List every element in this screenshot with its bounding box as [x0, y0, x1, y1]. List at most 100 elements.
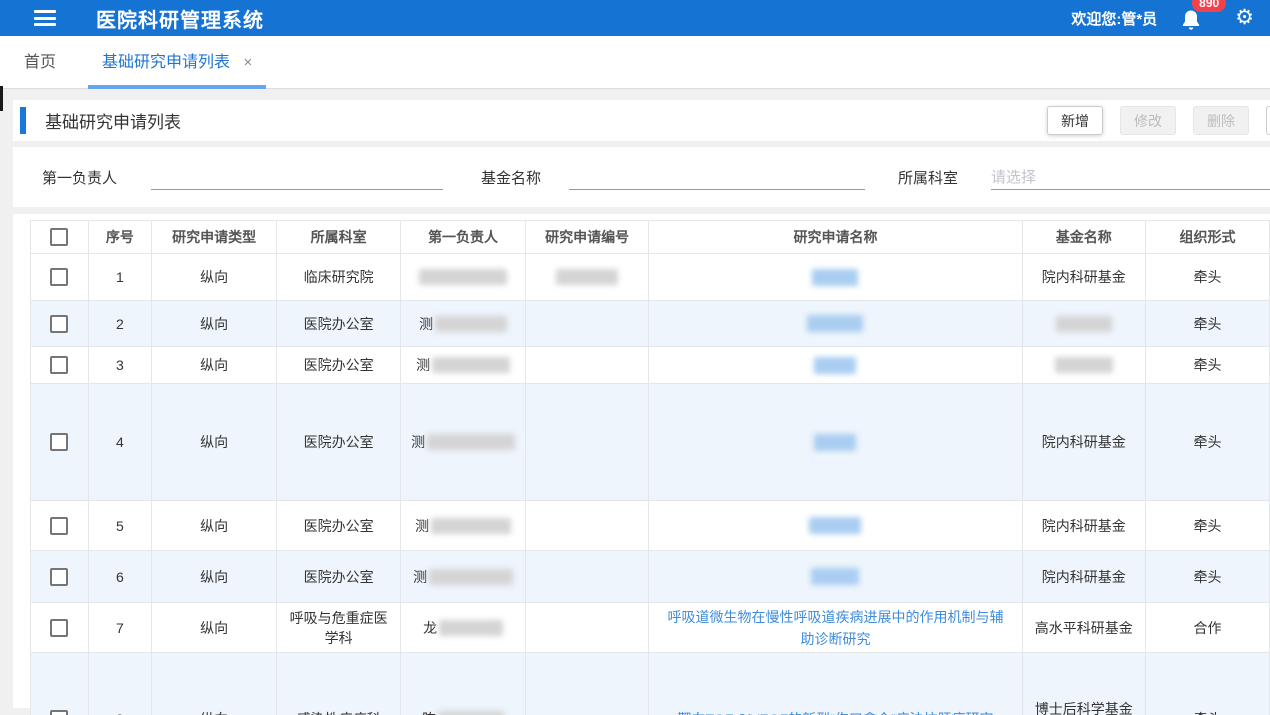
row-checkbox[interactable]	[50, 619, 68, 637]
redacted-text	[556, 269, 618, 285]
redacted-person: 陈	[401, 709, 525, 715]
edit-button[interactable]: 修改	[1120, 106, 1176, 135]
checkbox-cell	[31, 347, 89, 384]
toolbar: 新增 修改 删除	[1047, 100, 1270, 141]
filter-label-first-person: 第一负责人	[42, 167, 117, 188]
application-code-cell	[525, 384, 648, 501]
application-code-cell	[525, 301, 648, 347]
partial-clipped-button[interactable]	[1266, 106, 1270, 135]
table-card: 序号 研究申请类型 所属科室 第一负责人 研究申请编号 研究申请名称 基金名称 …	[13, 214, 1270, 708]
table-row: 4纵向医院办公室测院内科研基金牵头	[31, 384, 1270, 501]
org-form-cell: 牵头	[1145, 301, 1269, 347]
redacted-text	[427, 434, 515, 450]
redacted-text	[438, 711, 504, 715]
department-cell: 医院办公室	[277, 347, 401, 384]
checkbox-cell	[31, 384, 89, 501]
org-form-cell: 牵头	[1145, 347, 1269, 384]
first-person-cell: 测	[401, 384, 526, 501]
fund-name: 院内科研基金	[1023, 567, 1145, 587]
department-cell: 感染性疾病科	[277, 653, 401, 715]
fund-name: 院内科研基金	[1023, 516, 1145, 536]
select-all-cell	[31, 221, 89, 254]
application-name-cell: 靶向TGF-β/VEGF的新型“伤口愈合”疗法抗肝癌研究	[649, 653, 1022, 715]
first-person-cell: 测	[401, 551, 526, 603]
department-cell: 呼吸与危重症医学科	[277, 603, 401, 653]
row-checkbox[interactable]	[50, 268, 68, 286]
application-name-cell	[649, 254, 1022, 301]
left-edge-artifact	[0, 86, 3, 111]
table-row: 1纵向临床研究院院内科研基金牵头	[31, 254, 1270, 301]
application-name-cell: 呼吸道微生物在慢性呼吸道疾病进展中的作用机制与辅助诊断研究	[649, 603, 1022, 653]
application-type-cell: 纵向	[152, 301, 277, 347]
table-body: 1纵向临床研究院院内科研基金牵头2纵向医院办公室测牵头3纵向医院办公室测牵头4纵…	[31, 254, 1270, 715]
menu-icon[interactable]	[34, 10, 56, 26]
department-cell: 医院办公室	[277, 501, 401, 551]
department-cell: 医院办公室	[277, 551, 401, 603]
row-checkbox[interactable]	[50, 315, 68, 333]
first-person-cell: 测	[401, 347, 526, 384]
table-row: 6纵向医院办公室测院内科研基金牵头	[31, 551, 1270, 603]
redacted-name	[649, 269, 1021, 286]
select-all-checkbox[interactable]	[50, 228, 68, 246]
col-fund-name: 基金名称	[1022, 221, 1145, 254]
tab-basic-research-list[interactable]: 基础研究申请列表 ×	[88, 48, 266, 88]
org-form-cell: 牵头	[1145, 384, 1269, 501]
application-code-cell	[525, 653, 648, 715]
notifications-button[interactable]: 890	[1179, 4, 1209, 34]
checkbox-cell	[31, 254, 89, 301]
person-prefix: 龙	[423, 618, 437, 638]
row-checkbox[interactable]	[50, 356, 68, 374]
fund-name-cell: 院内科研基金	[1022, 384, 1145, 501]
add-button[interactable]: 新增	[1047, 106, 1103, 135]
row-index-cell: 4	[88, 384, 152, 501]
table-row: 2纵向医院办公室测牵头	[31, 301, 1270, 347]
application-name-cell	[649, 501, 1022, 551]
delete-button[interactable]: 删除	[1193, 106, 1249, 135]
row-checkbox[interactable]	[50, 568, 68, 586]
department-select[interactable]	[991, 164, 1270, 190]
row-checkbox[interactable]	[50, 517, 68, 535]
welcome-text: 欢迎您:管*员	[1071, 8, 1157, 29]
page-title-card: 基础研究申请列表 新增 修改 删除	[13, 100, 1270, 141]
fund-name-input[interactable]	[569, 164, 865, 190]
application-type-cell: 纵向	[152, 501, 277, 551]
org-form-cell: 牵头	[1145, 551, 1269, 603]
redacted-text	[419, 269, 507, 285]
tab-home-label: 首页	[24, 54, 56, 71]
fund-name: 院内科研基金	[1023, 267, 1145, 287]
redacted-name	[649, 434, 1021, 451]
first-person-cell: 测	[401, 301, 526, 347]
row-index-cell: 3	[88, 347, 152, 384]
row-checkbox[interactable]	[50, 433, 68, 451]
row-checkbox[interactable]	[50, 710, 68, 715]
redacted-text	[814, 434, 856, 451]
first-person-input[interactable]	[151, 164, 443, 190]
applications-table: 序号 研究申请类型 所属科室 第一负责人 研究申请编号 研究申请名称 基金名称 …	[30, 220, 1270, 715]
org-form-cell: 牵头	[1145, 254, 1269, 301]
gear-icon[interactable]: ⚙	[1235, 0, 1254, 36]
redacted-name	[649, 357, 1021, 374]
application-type-cell: 纵向	[152, 254, 277, 301]
fund-name: 院内科研基金	[1023, 432, 1145, 452]
redacted-person: 测	[401, 314, 525, 334]
application-type-cell: 纵向	[152, 603, 277, 653]
tab-home[interactable]: 首页	[14, 48, 66, 88]
fund-name-cell: 博士后科学基金面上资助	[1022, 653, 1145, 715]
application-name-cell	[649, 551, 1022, 603]
person-prefix: 测	[411, 432, 425, 452]
fund-name-cell: 院内科研基金	[1022, 254, 1145, 301]
application-name-link[interactable]: 呼吸道微生物在慢性呼吸道疾病进展中的作用机制与辅助诊断研究	[649, 606, 1021, 650]
application-type-cell: 纵向	[152, 653, 277, 715]
fund-name-cell: 院内科研基金	[1022, 501, 1145, 551]
person-prefix: 测	[419, 314, 433, 334]
application-name-cell	[649, 301, 1022, 347]
row-index-cell: 2	[88, 301, 152, 347]
redacted-code	[526, 269, 648, 285]
redacted-text	[1056, 316, 1112, 332]
redacted-person: 龙	[401, 618, 525, 638]
department-cell: 临床研究院	[277, 254, 401, 301]
redacted-text	[435, 316, 507, 332]
close-icon[interactable]: ×	[243, 54, 252, 71]
application-name-link[interactable]: 靶向TGF-β/VEGF的新型“伤口愈合”疗法抗肝癌研究	[663, 708, 1007, 715]
application-code-cell	[525, 501, 648, 551]
